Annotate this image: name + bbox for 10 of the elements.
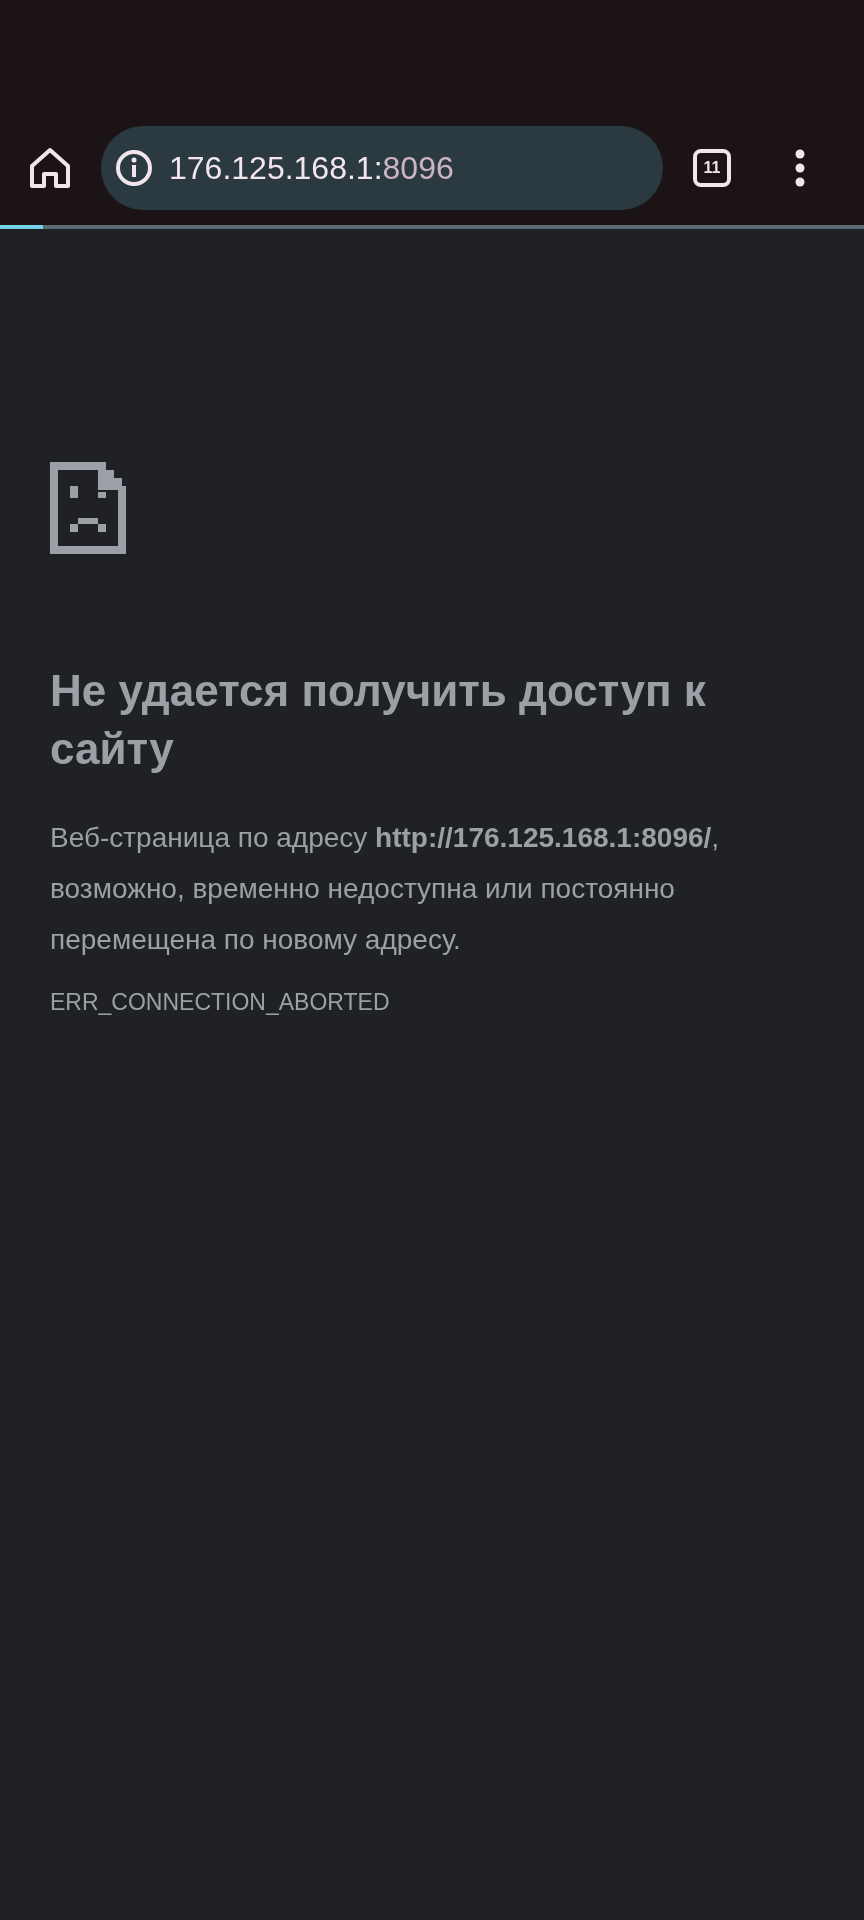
tab-count-button[interactable]: 11	[693, 148, 731, 187]
home-icon[interactable]	[28, 146, 72, 189]
sad-page-icon	[50, 462, 126, 554]
error-code: ERR_CONNECTION_ABORTED	[50, 988, 391, 1017]
info-icon	[115, 148, 153, 187]
menu-icon[interactable]	[794, 147, 806, 188]
error-message: Веб-страница по адресу http://176.125.168.1:8096/, возможно, временно недоступна или постоянно перемещена по новому адресу.	[50, 821, 721, 957]
error-heading: Не удается получить доступ к сайту	[50, 665, 707, 775]
address-bar[interactable]: 176.125.168.1:8096	[101, 125, 663, 210]
url-text: 176.125.168.1:8096	[169, 148, 454, 188]
